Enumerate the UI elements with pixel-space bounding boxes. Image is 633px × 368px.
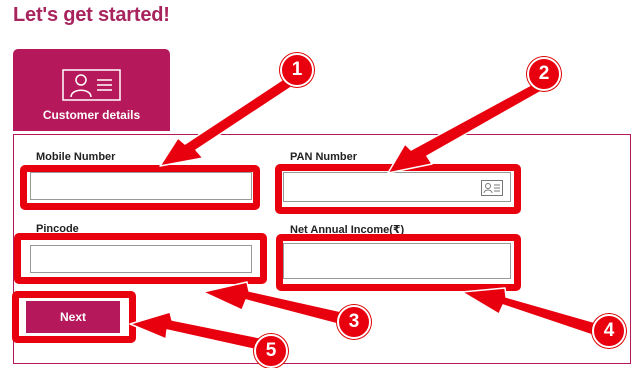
pan-number-label: PAN Number (290, 151, 358, 163)
highlight-box-pan (275, 164, 521, 214)
annotation-badge-5: 5 (254, 334, 288, 368)
highlight-box-income (276, 234, 521, 291)
annotation-badge-4: 4 (592, 314, 626, 348)
annotation-badge-3: 3 (337, 305, 371, 339)
tab-label: Customer details (42, 108, 141, 122)
highlight-box-pincode (14, 233, 267, 284)
page-title: Let's get started! (13, 4, 170, 26)
tab-customer-details[interactable]: Customer details (13, 49, 170, 131)
highlight-box-next (12, 291, 136, 343)
annotation-badge-2: 2 (527, 57, 561, 91)
mobile-number-label: Mobile Number (36, 151, 116, 163)
highlight-box-mobile (20, 165, 260, 210)
annotation-badge-1: 1 (280, 53, 314, 87)
id-card-icon (62, 69, 121, 101)
